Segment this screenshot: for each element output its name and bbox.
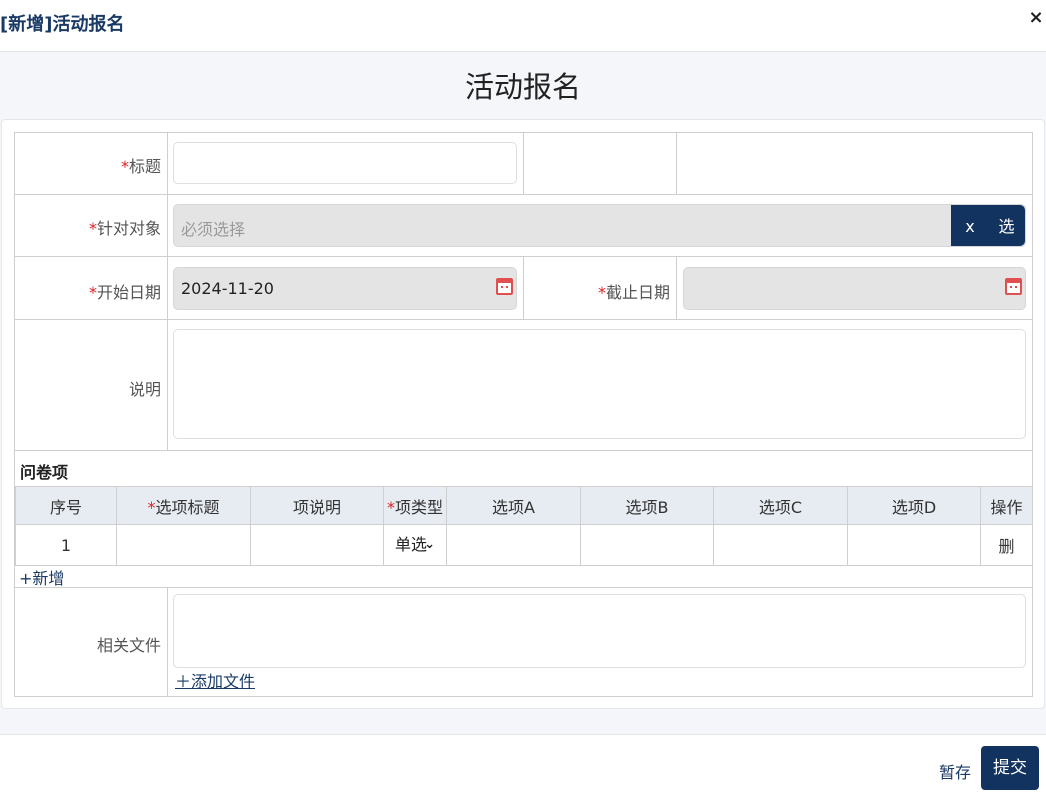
- option-d-cell[interactable]: [847, 524, 981, 566]
- target-input[interactable]: 必须选择 x 选: [173, 204, 1026, 247]
- type-select[interactable]: 单选 ⌄: [384, 530, 440, 560]
- col-desc: 项说明: [250, 486, 384, 525]
- option-a-cell[interactable]: [446, 524, 581, 566]
- row-index: 1: [15, 524, 117, 566]
- files-label: 相关文件: [96, 636, 161, 655]
- form-card: *标题 *针对对象 必须选择 x 选 *开始日期 2024-11-20 *截止日…: [1, 119, 1045, 709]
- col-index: 序号: [15, 486, 117, 525]
- option-title-cell[interactable]: [116, 524, 251, 566]
- title-input[interactable]: [173, 142, 517, 184]
- col-option-c: 选项C: [713, 486, 848, 525]
- col-action: 操作: [980, 486, 1033, 525]
- add-question-link[interactable]: +新增: [19, 565, 64, 589]
- row-description: 说明: [15, 320, 1032, 451]
- dialog: [新增]活动报名 × 活动报名 *标题 *针对对象 必须选择 x 选 *开始日期…: [0, 0, 1046, 799]
- delete-row-link[interactable]: 删: [980, 524, 1033, 566]
- description-textarea[interactable]: [173, 329, 1026, 439]
- chevron-down-icon: ⌄: [424, 537, 435, 552]
- dialog-header: [新增]活动报名 ×: [0, 0, 1046, 52]
- files-area[interactable]: [173, 594, 1026, 668]
- row-target: *针对对象 必须选择 x 选: [15, 195, 1032, 257]
- start-date-label: *开始日期: [88, 283, 161, 302]
- start-date-input[interactable]: 2024-11-20: [173, 267, 517, 310]
- col-option-title: *选项标题: [116, 486, 251, 525]
- col-option-b: 选项B: [580, 486, 714, 525]
- submit-button[interactable]: 提交: [981, 746, 1039, 790]
- col-type: *项类型: [383, 486, 447, 525]
- add-file-link[interactable]: ＋添加文件: [175, 668, 255, 692]
- col-option-d: 选项D: [847, 486, 981, 525]
- type-cell: 单选 ⌄: [383, 524, 447, 566]
- end-date-label: *截止日期: [597, 283, 670, 302]
- select-target-button[interactable]: 选: [988, 205, 1025, 246]
- option-c-cell[interactable]: [713, 524, 848, 566]
- table-row: 1 单选 ⌄ 删: [15, 524, 1033, 566]
- end-date-input[interactable]: [683, 267, 1026, 310]
- form-heading: 活动报名: [464, 70, 581, 104]
- target-label: *针对对象: [88, 219, 161, 238]
- title-label: *标题: [120, 157, 161, 176]
- dialog-title: [新增]活动报名: [0, 14, 125, 35]
- questionnaire-header-row: 序号 *选项标题 项说明 *项类型 选项A 选项B 选项C 选项D 操作: [15, 486, 1033, 525]
- form-table: *标题 *针对对象 必须选择 x 选 *开始日期 2024-11-20 *截止日…: [14, 132, 1033, 697]
- dialog-footer: 暂存 提交: [0, 734, 1046, 799]
- dialog-body: 活动报名 *标题 *针对对象 必须选择 x 选 *开始日期 2024-11-20…: [0, 52, 1046, 734]
- questionnaire-table: 序号 *选项标题 项说明 *项类型 选项A 选项B 选项C 选项D 操作 1 单…: [15, 486, 1033, 566]
- row-dates: *开始日期 2024-11-20 *截止日期: [15, 257, 1032, 320]
- option-b-cell[interactable]: [580, 524, 714, 566]
- calendar-icon[interactable]: [1005, 278, 1022, 295]
- calendar-icon[interactable]: [496, 278, 513, 295]
- description-label: 说明: [128, 380, 161, 399]
- col-option-a: 选项A: [446, 486, 581, 525]
- row-files: 相关文件: [15, 587, 1032, 697]
- desc-cell[interactable]: [250, 524, 384, 566]
- questionnaire-title: 问卷项: [20, 463, 69, 482]
- close-icon[interactable]: ×: [1026, 6, 1046, 30]
- clear-target-button[interactable]: x: [951, 205, 989, 246]
- row-title: *标题: [15, 133, 1032, 195]
- save-draft-button[interactable]: 暂存: [939, 759, 971, 783]
